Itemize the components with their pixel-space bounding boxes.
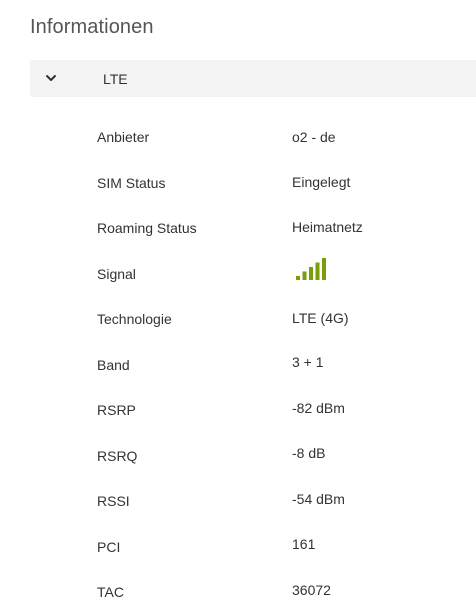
section-title: LTE	[103, 71, 128, 87]
info-row-signal: Signal	[0, 266, 476, 286]
info-label: Technologie	[97, 311, 172, 327]
chevron-down-icon	[46, 75, 56, 81]
info-label: SIM Status	[97, 175, 166, 191]
info-row-rsrp: RSRP -82 dBm	[0, 400, 476, 422]
signal-strength-icon	[296, 258, 326, 280]
info-value: LTE (4G)	[292, 310, 349, 326]
info-row-tac: TAC 36072	[0, 582, 476, 604]
info-row-roaming-status: Roaming Status Heimatnetz	[0, 219, 476, 240]
info-value: o2 - de	[292, 129, 336, 145]
info-value: 3 + 1	[292, 354, 324, 370]
info-label: RSSI	[97, 493, 130, 509]
signal-bar	[296, 276, 300, 280]
info-row-pci: PCI 161	[0, 536, 476, 559]
info-label: Anbieter	[97, 129, 150, 145]
signal-bar	[302, 271, 307, 280]
info-row-band: Band 3 + 1	[0, 354, 476, 377]
page-title: Informationen	[30, 16, 154, 38]
info-row-sim-status: SIM Status Eingelegt	[0, 174, 476, 195]
info-row-anbieter: Anbieter o2 - de	[0, 129, 476, 149]
info-value: -54 dBm	[292, 491, 345, 507]
info-value: Eingelegt	[292, 174, 351, 190]
signal-bar	[322, 258, 326, 280]
info-label: RSRP	[97, 402, 136, 418]
info-label: Band	[97, 357, 130, 373]
info-value: -82 dBm	[292, 400, 345, 416]
info-label: TAC	[97, 584, 124, 600]
info-row-technologie: Technologie LTE (4G)	[0, 310, 476, 331]
info-value: -8 dB	[292, 445, 326, 461]
info-label: RSRQ	[97, 448, 138, 464]
info-row-rssi: RSSI -54 dBm	[0, 491, 476, 513]
info-row-rsrq: RSRQ -8 dB	[0, 445, 476, 468]
info-label: PCI	[97, 539, 121, 555]
info-value: 161	[292, 536, 316, 552]
lte-section-toggle[interactable]: LTE	[30, 60, 476, 97]
info-label: Signal	[97, 266, 136, 282]
info-label: Roaming Status	[97, 220, 197, 236]
signal-bar	[309, 267, 313, 280]
info-value: Heimatnetz	[292, 219, 363, 235]
info-value: 36072	[292, 582, 331, 598]
signal-bar	[315, 262, 320, 280]
